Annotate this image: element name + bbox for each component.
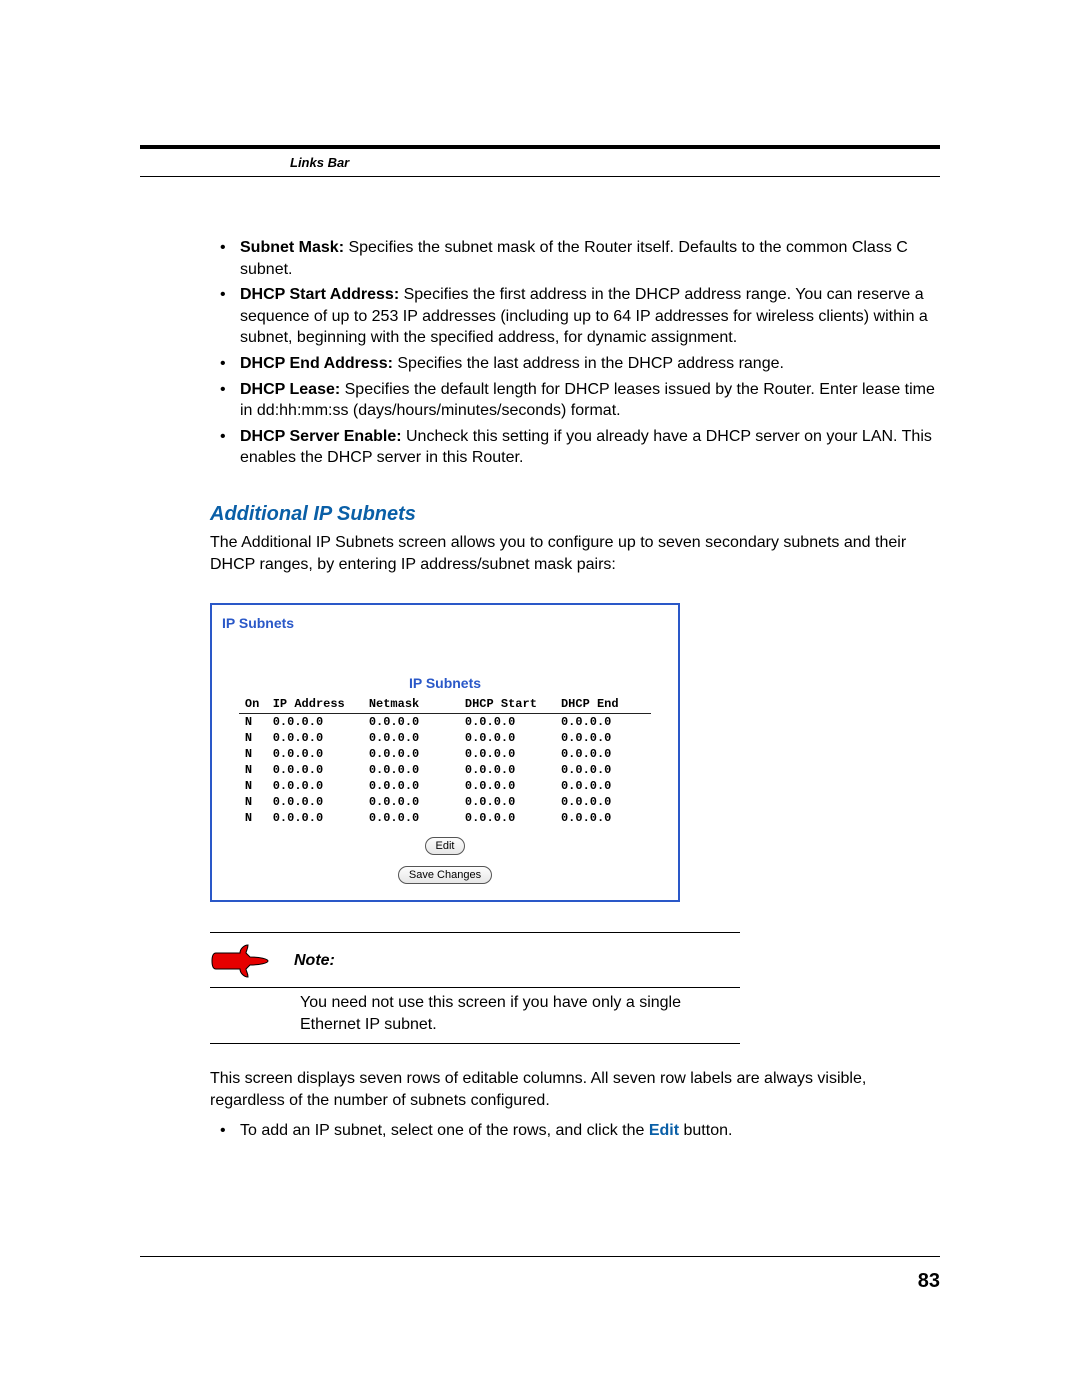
cell-nm: 0.0.0.0 (363, 810, 459, 826)
table-header-row: On IP Address Netmask DHCP Start DHCP En… (239, 695, 651, 714)
th-netmask: Netmask (363, 695, 459, 714)
edit-link-text: Edit (649, 1122, 679, 1139)
bullet-add-ip-subnet: To add an IP subnet, select one of the r… (220, 1120, 940, 1142)
subnet-table: On IP Address Netmask DHCP Start DHCP En… (239, 695, 651, 826)
th-ip-address: IP Address (267, 695, 363, 714)
cell-de: 0.0.0.0 (555, 714, 651, 731)
panel-outer-title: IP Subnets (216, 613, 674, 637)
bullet-dhcp-server-enable: DHCP Server Enable: Uncheck this setting… (220, 426, 940, 469)
cell-ip: 0.0.0.0 (267, 778, 363, 794)
cell-de: 0.0.0.0 (555, 794, 651, 810)
cell-on: N (239, 762, 267, 778)
table-row[interactable]: N0.0.0.00.0.0.00.0.0.00.0.0.0 (239, 746, 651, 762)
cell-ds: 0.0.0.0 (459, 746, 555, 762)
cell-ds: 0.0.0.0 (459, 730, 555, 746)
note-bottom-rule (210, 1043, 740, 1044)
cell-de: 0.0.0.0 (555, 746, 651, 762)
cell-on: N (239, 746, 267, 762)
note-top-rule (210, 932, 740, 933)
table-row[interactable]: N0.0.0.00.0.0.00.0.0.00.0.0.0 (239, 778, 651, 794)
footer-rule (140, 1256, 940, 1257)
table-row[interactable]: N0.0.0.00.0.0.00.0.0.00.0.0.0 (239, 794, 651, 810)
cell-ds: 0.0.0.0 (459, 810, 555, 826)
cell-ip: 0.0.0.0 (267, 794, 363, 810)
cell-de: 0.0.0.0 (555, 778, 651, 794)
th-dhcp-end: DHCP End (555, 695, 651, 714)
bullet-dhcp-end: DHCP End Address: Specifies the last add… (220, 353, 940, 375)
cell-ds: 0.0.0.0 (459, 714, 555, 731)
cell-de: 0.0.0.0 (555, 810, 651, 826)
note-mid-rule (210, 987, 740, 988)
cell-ip: 0.0.0.0 (267, 730, 363, 746)
bullet-dhcp-start: DHCP Start Address: Specifies the first … (220, 284, 940, 349)
cell-nm: 0.0.0.0 (363, 730, 459, 746)
table-row[interactable]: N0.0.0.00.0.0.00.0.0.00.0.0.0 (239, 730, 651, 746)
cell-ip: 0.0.0.0 (267, 746, 363, 762)
cell-on: N (239, 778, 267, 794)
panel-inner-title: IP Subnets (216, 675, 674, 691)
cell-nm: 0.0.0.0 (363, 778, 459, 794)
ip-subnets-panel: IP Subnets IP Subnets On IP Address Netm… (210, 603, 680, 902)
cell-nm: 0.0.0.0 (363, 746, 459, 762)
cell-nm: 0.0.0.0 (363, 762, 459, 778)
note-text: You need not use this screen if you have… (210, 992, 740, 1035)
cell-nm: 0.0.0.0 (363, 794, 459, 810)
cell-on: N (239, 714, 267, 731)
cell-de: 0.0.0.0 (555, 730, 651, 746)
term: DHCP Start Address: (240, 286, 399, 303)
term: DHCP Server Enable: (240, 428, 402, 445)
term: DHCP End Address: (240, 355, 393, 372)
header-row: Links Bar (140, 149, 940, 176)
text-prefix: To add an IP subnet, select one of the r… (240, 1122, 649, 1139)
edit-button[interactable]: Edit (425, 837, 466, 855)
term: DHCP Lease: (240, 381, 340, 398)
cell-ip: 0.0.0.0 (267, 762, 363, 778)
term: Subnet Mask: (240, 239, 344, 256)
cell-ds: 0.0.0.0 (459, 762, 555, 778)
note-label: Note: (294, 952, 335, 970)
section-title-additional-ip-subnets: Additional IP Subnets (210, 503, 940, 526)
cell-on: N (239, 810, 267, 826)
table-row[interactable]: N0.0.0.00.0.0.00.0.0.00.0.0.0 (239, 810, 651, 826)
page-number: 83 (918, 1270, 940, 1293)
save-changes-button[interactable]: Save Changes (398, 866, 492, 884)
cell-ds: 0.0.0.0 (459, 778, 555, 794)
table-row[interactable]: N0.0.0.00.0.0.00.0.0.00.0.0.0 (239, 762, 651, 778)
pointing-hand-icon (210, 943, 270, 979)
cell-on: N (239, 730, 267, 746)
section-intro-para: The Additional IP Subnets screen allows … (210, 532, 940, 575)
text: Specifies the default length for DHCP le… (240, 381, 935, 420)
cell-ds: 0.0.0.0 (459, 794, 555, 810)
bullet-dhcp-lease: DHCP Lease: Specifies the default length… (220, 379, 940, 422)
note-block: Note: You need not use this screen if yo… (210, 932, 740, 1044)
table-row[interactable]: N0.0.0.00.0.0.00.0.0.00.0.0.0 (239, 714, 651, 731)
text: Specifies the last address in the DHCP a… (393, 355, 784, 372)
bullets-list-2: To add an IP subnet, select one of the r… (140, 1120, 940, 1142)
bullets-list-1: Subnet Mask: Specifies the subnet mask o… (140, 237, 940, 469)
header-links-bar: Links Bar (290, 155, 349, 170)
cell-ip: 0.0.0.0 (267, 810, 363, 826)
cell-de: 0.0.0.0 (555, 762, 651, 778)
th-on: On (239, 695, 267, 714)
cell-on: N (239, 794, 267, 810)
post-note-para: This screen displays seven rows of edita… (210, 1068, 940, 1111)
text-suffix: button. (679, 1122, 732, 1139)
bullet-subnet-mask: Subnet Mask: Specifies the subnet mask o… (220, 237, 940, 280)
cell-ip: 0.0.0.0 (267, 714, 363, 731)
cell-nm: 0.0.0.0 (363, 714, 459, 731)
th-dhcp-start: DHCP Start (459, 695, 555, 714)
